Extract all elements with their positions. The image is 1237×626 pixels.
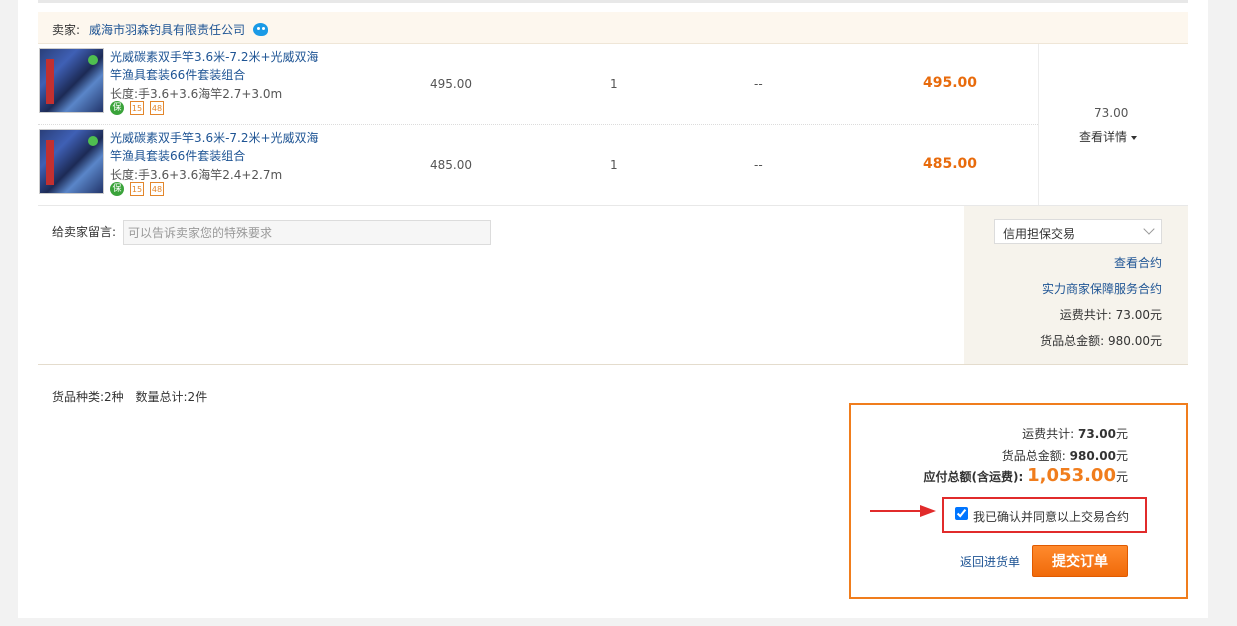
- trade-type-select[interactable]: 信用担保交易: [994, 219, 1162, 244]
- product-title-link[interactable]: 光威碳素双手竿3.6米-7.2米+光威双海竿渔具套装66件套装组合: [110, 48, 330, 84]
- product-thumbnail[interactable]: [39, 48, 104, 113]
- summary-freight-value: 73.00: [1078, 427, 1116, 441]
- caret-down-icon: [1131, 135, 1138, 140]
- unit-price: 495.00: [430, 77, 472, 91]
- back-to-cart-link[interactable]: 返回进货单: [960, 553, 1020, 570]
- order-item-row: 光威碳素双手竿3.6米-7.2米+光威双海竿渔具套装66件套装组合 长度:手3.…: [38, 44, 1038, 125]
- summary-goods-value: 980.00: [1069, 449, 1116, 463]
- agreement-highlight: 我已确认并同意以上交易合约: [942, 497, 1147, 533]
- summary-freight-unit: 元: [1115, 427, 1128, 441]
- guarantee-badge-icon[interactable]: 保: [110, 101, 124, 115]
- freight-value: 73.00: [1094, 106, 1129, 120]
- side-freight-total: 运费共计: 73.00元: [1059, 308, 1162, 322]
- discount: --: [754, 77, 763, 91]
- agree-checkbox[interactable]: [955, 507, 968, 520]
- 48h-badge-icon[interactable]: 48: [150, 101, 164, 115]
- seller-message-input[interactable]: [123, 220, 491, 245]
- side-goods-total: 货品总金额: 980.00元: [1040, 334, 1162, 348]
- 15-day-badge-icon[interactable]: 15: [130, 182, 144, 196]
- payable-unit: 元: [1115, 470, 1128, 484]
- submit-order-button[interactable]: 提交订单: [1032, 545, 1128, 577]
- trade-options-panel: 信用担保交易 查看合约 实力商家保障服务合约 运费共计: 73.00元 货品总金…: [964, 206, 1188, 364]
- summary-goods: 货品总金额: 980.00元: [1002, 447, 1128, 464]
- section-divider: [38, 364, 1188, 365]
- product-spec: 长度:手3.6+3.6海竿2.4+2.7m: [110, 168, 283, 182]
- summary-goods-unit: 元: [1115, 449, 1128, 463]
- item-subtotal: 485.00: [923, 156, 978, 172]
- order-item-row: 光威碳素双手竿3.6米-7.2米+光威双海竿渔具套装66件套装组合 长度:手3.…: [38, 125, 1038, 205]
- wangwang-chat-icon[interactable]: [253, 23, 268, 36]
- quantity: 1: [610, 77, 618, 91]
- seller-bar: 卖家: 威海市羽森钓具有限责任公司: [38, 12, 1188, 44]
- merchant-guarantee-contract-link[interactable]: 实力商家保障服务合约: [1042, 280, 1162, 297]
- product-thumbnail[interactable]: [39, 129, 104, 194]
- payable-label: 应付总额(含运费):: [923, 470, 1024, 484]
- 15-day-badge-icon[interactable]: 15: [130, 101, 144, 115]
- guarantee-badge-icon[interactable]: 保: [110, 182, 124, 196]
- trade-type-value: 信用担保交易: [1003, 227, 1076, 241]
- quantity: 1: [610, 158, 618, 172]
- order-counts: 货品种类:2种 数量总计:2件: [52, 388, 215, 405]
- product-title-link[interactable]: 光威碳素双手竿3.6米-7.2米+光威双海竿渔具套装66件套装组合: [110, 129, 330, 165]
- product-spec: 长度:手3.6+3.6海竿2.7+3.0m: [110, 87, 283, 101]
- view-detail-label: 查看详情: [1079, 130, 1128, 144]
- summary-goods-label: 货品总金额:: [1001, 449, 1066, 463]
- agree-text[interactable]: 我已确认并同意以上交易合约: [973, 508, 1129, 525]
- item-subtotal: 495.00: [923, 75, 978, 91]
- summary-freight-label: 运费共计:: [1022, 427, 1075, 441]
- discount: --: [754, 158, 763, 172]
- goods-count: 数量总计:2件: [135, 390, 208, 404]
- summary-freight: 运费共计: 73.00元: [1022, 425, 1128, 442]
- freight-cell: 73.00 查看详情: [1038, 44, 1189, 205]
- goods-kinds: 货品种类:2种: [52, 390, 124, 404]
- top-divider: [38, 0, 1188, 3]
- unit-price: 485.00: [430, 158, 472, 172]
- view-contract-link[interactable]: 查看合约: [1114, 254, 1162, 271]
- seller-label: 卖家:: [52, 23, 81, 37]
- arrow-head-icon: [920, 505, 936, 517]
- seller-name-link[interactable]: 威海市羽森钓具有限责任公司: [89, 21, 245, 38]
- 48h-badge-icon[interactable]: 48: [150, 182, 164, 196]
- message-label: 给卖家留言:: [52, 225, 117, 239]
- view-freight-detail-link[interactable]: 查看详情: [1079, 128, 1138, 145]
- chevron-down-icon: [1143, 223, 1155, 235]
- summary-payable: 应付总额(含运费): 1,053.00元: [924, 465, 1128, 486]
- arrow-annotation: [870, 510, 925, 512]
- payable-value: 1,053.00: [1027, 465, 1116, 486]
